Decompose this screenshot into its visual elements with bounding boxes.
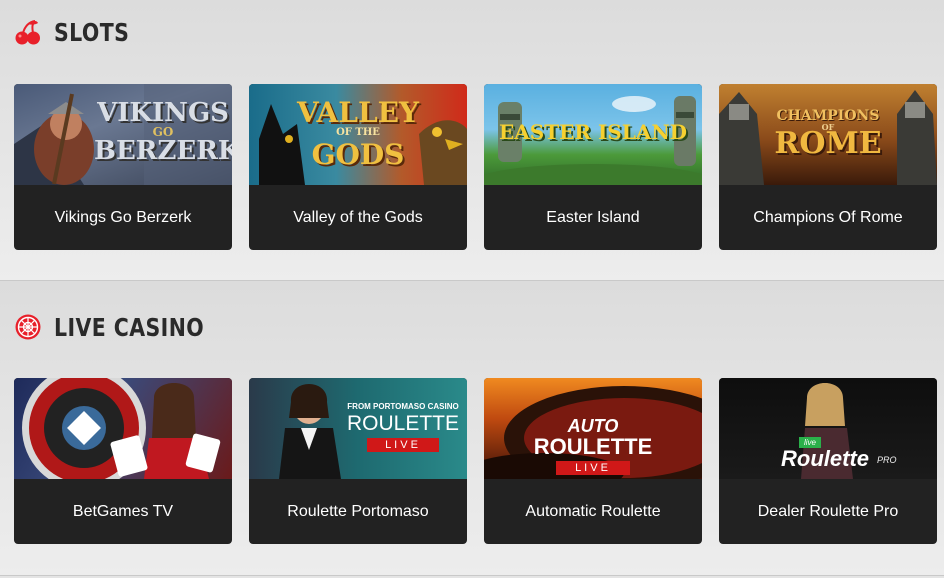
game-art-title-2: ROME (774, 126, 882, 161)
live-casino-header: LIVE CASINO (14, 311, 237, 343)
game-thumbnail: VIKINGS GO BERZERK (14, 84, 232, 185)
game-thumbnail: live Roulette PRO (719, 378, 937, 479)
game-name: Champions Of Rome (753, 208, 903, 226)
game-card-roulette-portomaso[interactable]: FROM PORTOMASO CASINO ROULETTE LIVE Roul… (249, 378, 467, 544)
game-thumbnail: AUTO ROULETTE LIVE (484, 378, 702, 479)
game-art-title: Roulette (781, 446, 869, 471)
game-card-valley-of-the-gods[interactable]: VALLEY OF THE GODS Valley of the Gods (249, 84, 467, 250)
game-card-automatic-roulette[interactable]: AUTO ROULETTE LIVE Automatic Roulette (484, 378, 702, 544)
game-name: Vikings Go Berzerk (54, 208, 192, 226)
game-name: BetGames TV (72, 502, 174, 520)
game-art-subtitle: OF THE (336, 127, 380, 138)
game-art-live-tag: LIVE (367, 438, 439, 452)
game-art-title: VIKINGS (97, 98, 229, 128)
game-thumbnail: VALLEY OF THE GODS (249, 84, 467, 185)
roulette-wheel-icon (14, 313, 42, 341)
game-thumbnail: FROM PORTOMASO CASINO ROULETTE LIVE (249, 378, 467, 479)
game-art-caption: FROM PORTOMASO CASINO (347, 402, 459, 411)
game-name: Dealer Roulette Pro (757, 502, 899, 520)
game-art-title-2: BERZERK (94, 136, 232, 166)
game-name: Automatic Roulette (525, 502, 661, 520)
cherries-icon (14, 18, 42, 46)
game-art-title-2: GODS (311, 138, 405, 171)
game-card-champions-of-rome[interactable]: CHAMPIONS OF ROME Champions Of Rome (719, 84, 937, 250)
game-art-title-2: ROULETTE (533, 434, 653, 459)
game-art-pro-tag: PRO (877, 455, 897, 465)
slots-game-list: VIKINGS GO BERZERK Vikings Go Berzerk VA… (14, 84, 937, 250)
game-art-title: ROULETTE (346, 412, 459, 435)
game-name: Roulette Portomaso (287, 502, 429, 520)
game-art-title: VALLEY (297, 96, 419, 129)
live-casino-game-list: BetGames TV FROM PORTOMASO CASINO ROULET… (14, 378, 937, 544)
game-name: Valley of the Gods (293, 208, 423, 226)
game-card-easter-island[interactable]: EASTER ISLAND Easter Island (484, 84, 702, 250)
game-card-vikings-go-berzerk[interactable]: VIKINGS GO BERZERK Vikings Go Berzerk (14, 84, 232, 250)
game-card-betgames-tv[interactable]: BetGames TV (14, 378, 232, 544)
section-title: LIVE CASINO (54, 312, 205, 342)
game-thumbnail: EASTER ISLAND (484, 84, 702, 185)
game-name: Easter Island (546, 208, 640, 226)
game-thumbnail: CHAMPIONS OF ROME (719, 84, 937, 185)
slots-header: SLOTS (14, 16, 146, 48)
game-thumbnail (14, 378, 232, 479)
game-card-dealer-roulette-pro[interactable]: live Roulette PRO Dealer Roulette Pro (719, 378, 937, 544)
live-casino-section: LIVE CASINO BetGames TV FROM PORTOMASO C… (0, 281, 944, 576)
slots-section: SLOTS VIKINGS GO BERZERK Vikings Go Berz… (0, 0, 944, 281)
game-art-title: EASTER ISLAND (499, 120, 687, 144)
section-title: SLOTS (54, 17, 130, 47)
game-art-live-tag: LIVE (556, 461, 630, 475)
